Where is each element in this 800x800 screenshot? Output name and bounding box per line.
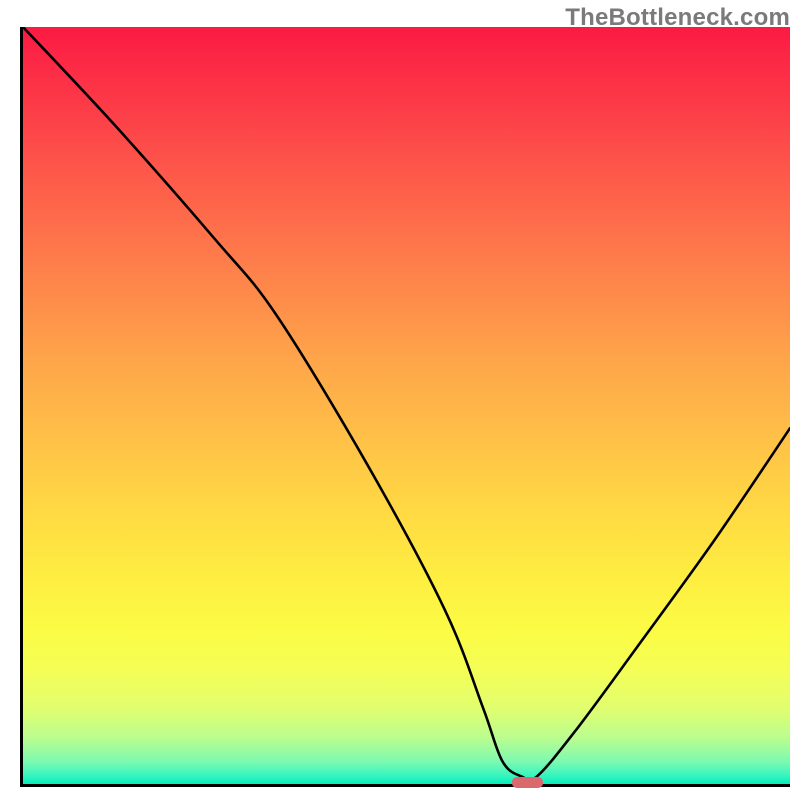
bottleneck-curve (23, 27, 790, 780)
optimum-marker (512, 777, 543, 788)
curve-layer (23, 27, 790, 784)
plot-area (20, 27, 790, 787)
chart-frame: TheBottleneck.com (0, 0, 800, 800)
